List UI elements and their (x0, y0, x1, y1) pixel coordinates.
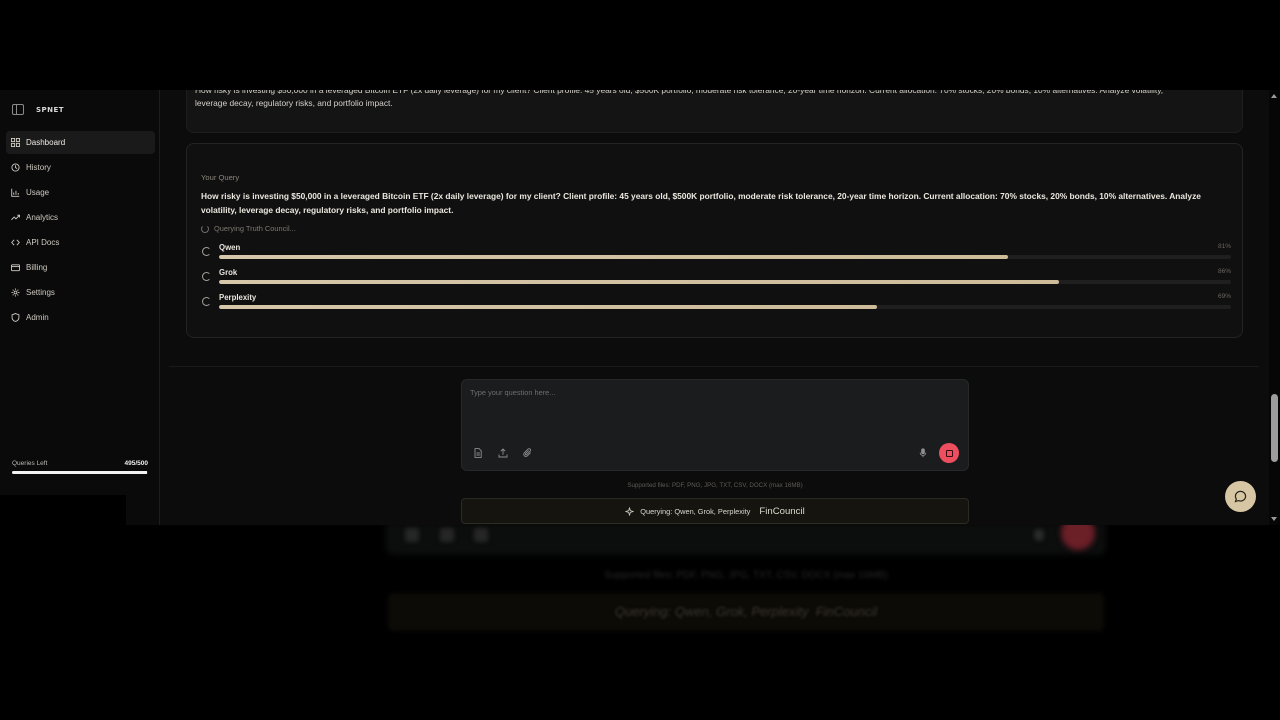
sidebar-header: SPNET (12, 104, 64, 115)
model-name: Qwen (219, 243, 241, 252)
sparkle-icon (625, 506, 634, 516)
queries-left-label: Queries Left (12, 460, 48, 467)
credit-card-icon (10, 263, 20, 273)
model-progress-fill (219, 305, 877, 309)
sidebar-item-dashboard[interactable]: Dashboard (6, 131, 155, 154)
sidebar-item-label: Admin (26, 313, 49, 322)
document-icon[interactable] (472, 447, 484, 459)
reflection-supported-files: Supported files: PDF, PNG, JPG, TXT, CSV… (604, 570, 888, 581)
model-name: Grok (219, 268, 238, 277)
reflection-paperclip-icon (474, 528, 488, 542)
model-progress-grok: Grok 86% (201, 267, 1231, 287)
sidebar-item-billing[interactable]: Billing (6, 256, 155, 279)
upload-icon[interactable] (497, 447, 509, 459)
history-icon (10, 163, 20, 173)
sidebar: SPNET Dashboard History Usage Analytics … (0, 90, 160, 525)
query-card: Your Query How risky is investing $50,00… (186, 143, 1243, 338)
stop-icon (945, 449, 953, 457)
bar-chart-icon (10, 188, 20, 198)
sidebar-item-label: API Docs (26, 238, 60, 247)
queries-left-meter: Queries Left 495/500 (12, 460, 148, 474)
query-status-text: Querying Truth Council... (214, 224, 296, 233)
grid-icon (10, 138, 20, 148)
question-input[interactable] (470, 388, 950, 397)
divider (169, 366, 1259, 367)
sidebar-item-analytics[interactable]: Analytics (6, 206, 155, 229)
composer (461, 379, 969, 471)
sidebar-item-label: History (26, 163, 51, 172)
sidebar-toggle-icon[interactable] (12, 104, 24, 115)
reflection-document-icon (405, 528, 419, 542)
sidebar-item-admin[interactable]: Admin (6, 306, 155, 329)
gear-icon (10, 288, 20, 298)
sidebar-item-settings[interactable]: Settings (6, 281, 155, 304)
reflection-microphone-icon (1034, 529, 1044, 541)
sidebar-item-label: Analytics (26, 213, 59, 222)
loading-spinner-icon (202, 272, 211, 281)
sidebar-item-api-docs[interactable]: API Docs (6, 231, 155, 254)
model-progress-fill (219, 255, 1009, 259)
reflection-upload-icon (440, 528, 454, 542)
scrollbar[interactable] (1269, 90, 1280, 525)
council-status-bar: Querying: Qwen, Grok, Perplexity FinCoun… (461, 498, 969, 524)
queries-left-bar (12, 471, 148, 474)
sidebar-item-label: Billing (26, 263, 48, 272)
scroll-up-icon[interactable] (1271, 94, 1277, 98)
stop-button[interactable] (939, 443, 959, 463)
sidebar-overlay (0, 495, 126, 525)
supported-files-note: Supported files: PDF, PNG, JPG, TXT, CSV… (627, 482, 803, 489)
model-progress-qwen: Qwen 81% (201, 242, 1231, 262)
sidebar-nav: Dashboard History Usage Analytics API Do… (6, 131, 155, 331)
sidebar-item-label: Dashboard (26, 138, 66, 147)
chat-bubble-icon (1234, 490, 1247, 503)
sidebar-item-label: Settings (26, 288, 55, 297)
main-content: How risky is investing $50,000 in a leve… (161, 90, 1269, 525)
loading-spinner-icon (202, 247, 211, 256)
reflection-composer (386, 525, 1106, 555)
query-label: Your Query (201, 173, 240, 182)
query-text: How risky is investing $50,000 in a leve… (201, 191, 1201, 215)
sidebar-item-label: Usage (26, 188, 50, 197)
loading-spinner-icon (201, 224, 209, 233)
sidebar-item-usage[interactable]: Usage (6, 181, 155, 204)
query-status: Querying Truth Council... (201, 224, 296, 233)
model-percent: 86% (1217, 268, 1231, 275)
queries-left-value: 495/500 (124, 460, 149, 467)
chat-support-button[interactable] (1225, 481, 1256, 512)
previous-query-text: How risky is investing $50,000 in a leve… (195, 90, 1164, 108)
model-percent: 69% (1217, 293, 1231, 300)
background-reflection: Supported files: PDF, PNG, JPG, TXT, CSV… (0, 525, 1280, 720)
code-icon (10, 238, 20, 248)
council-brand: FinCouncil (759, 505, 805, 517)
model-percent: 81% (1217, 243, 1231, 250)
app-window: SPNET Dashboard History Usage Analytics … (0, 90, 1280, 525)
scroll-down-icon[interactable] (1271, 517, 1277, 521)
sidebar-item-history[interactable]: History (6, 156, 155, 179)
loading-spinner-icon (202, 297, 211, 306)
model-name: Perplexity (219, 293, 257, 302)
shield-icon (10, 313, 20, 323)
scrollbar-thumb[interactable] (1271, 394, 1278, 462)
council-status-text: Querying: Qwen, Grok, Perplexity (640, 506, 751, 516)
model-progress-perplexity: Perplexity 69% (201, 292, 1231, 312)
paperclip-icon[interactable] (522, 447, 534, 459)
queries-left-fill (12, 471, 147, 474)
model-progress-track (219, 255, 1231, 259)
reflection-council-text: Querying: Qwen, Grok, Perplexity FinCoun… (614, 604, 878, 619)
model-progress-track (219, 305, 1231, 309)
model-progress-fill (219, 280, 1059, 284)
app-logo: SPNET (36, 105, 65, 114)
model-progress-track (219, 280, 1231, 284)
microphone-icon[interactable] (917, 447, 929, 459)
trending-up-icon (10, 213, 20, 223)
